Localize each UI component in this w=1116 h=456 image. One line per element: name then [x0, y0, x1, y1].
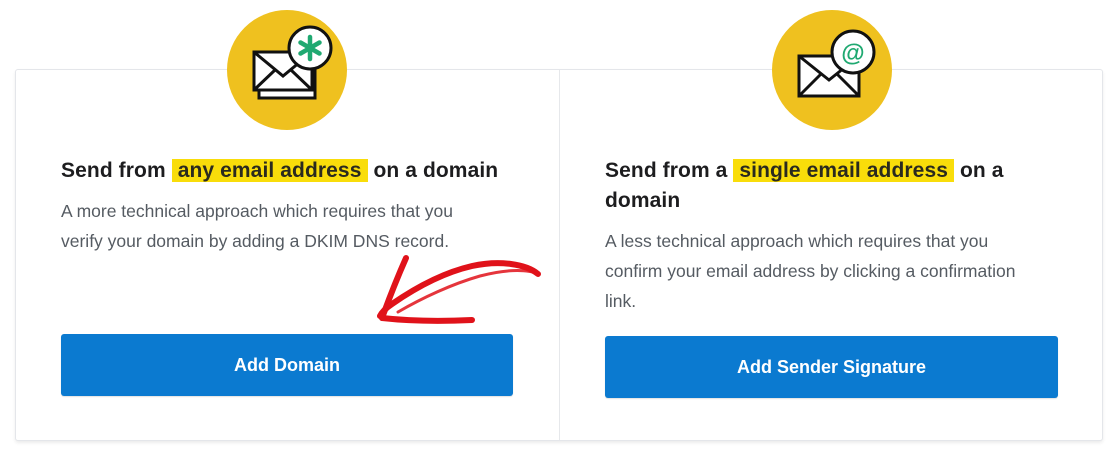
- single-address-option-description: A less technical approach which requires…: [605, 226, 1060, 316]
- title-prefix: Send from: [61, 159, 166, 182]
- description-line: A less technical approach which requires…: [605, 231, 989, 251]
- title-highlight: single email address: [733, 159, 955, 182]
- title-highlight: any email address: [171, 159, 368, 182]
- description-line: verify your domain by adding a DKIM DNS …: [61, 231, 450, 251]
- description-line: A more technical approach which requires…: [61, 201, 454, 221]
- single-address-option-title: Send from a single email address on a do…: [605, 156, 1055, 216]
- title-suffix: on a domain: [373, 159, 499, 182]
- column-divider: [559, 70, 560, 440]
- title-suffix: on a: [959, 159, 1004, 182]
- sending-options-page: @ Send from any email address on a domai…: [0, 0, 1116, 456]
- description-line: confirm your email address by clicking a…: [605, 261, 1016, 281]
- any-address-option-description: A more technical approach which requires…: [61, 196, 511, 256]
- title-line2: domain: [605, 189, 681, 212]
- envelope-at-sign-icon: @: [772, 10, 892, 130]
- envelopes-asterisk-icon: [227, 10, 347, 130]
- title-prefix: Send from a: [605, 159, 728, 182]
- any-address-option-title: Send from any email address on a domain: [61, 156, 531, 186]
- description-line: link.: [605, 291, 637, 311]
- add-sender-signature-button[interactable]: Add Sender Signature: [605, 336, 1058, 398]
- add-domain-button[interactable]: Add Domain: [61, 334, 513, 396]
- svg-text:@: @: [841, 40, 864, 67]
